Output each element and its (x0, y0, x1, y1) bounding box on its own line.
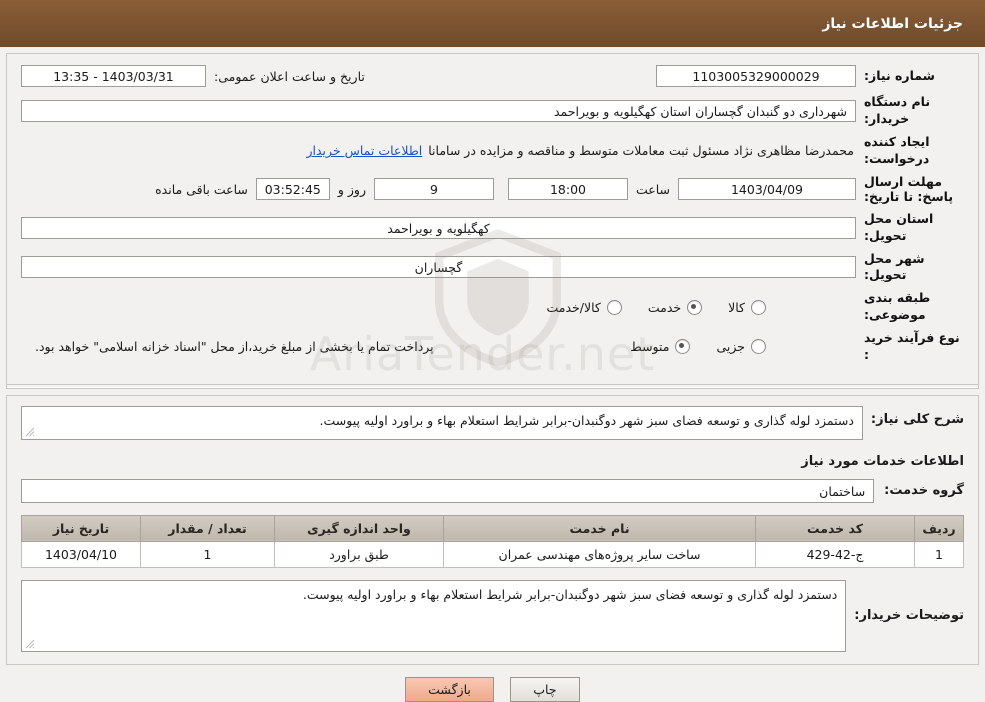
city-value: گچساران (21, 256, 856, 279)
deadline-time-value: 18:00 (507, 178, 628, 201)
page-header: جزئیات اطلاعات نیاز (0, 0, 985, 47)
service-group-label: گروه خدمت: (884, 483, 964, 499)
category-label: طبقه بندی موضوعی: (864, 290, 931, 323)
panel-divider (7, 383, 978, 388)
need-number-label: شماره نیاز: (864, 67, 935, 83)
radio-icon[interactable] (751, 299, 766, 315)
purchase-note: پرداخت تمام یا بخشی از مبلغ خرید،از محل … (35, 339, 434, 355)
col-unit: واحد اندازه گیری (274, 514, 444, 542)
row-category: طبقه بندی موضوعی: کالا خدمت کالا/خدمت (21, 290, 964, 324)
print-button[interactable]: چاپ (509, 676, 580, 702)
category-option-kala-khedmat[interactable]: کالا/خدمت (546, 299, 622, 315)
cell-qty: 1 (140, 540, 275, 568)
purchase-type-label: نوع فرآیند خرید : (864, 330, 960, 362)
need-details-panel: شرح کلی نیاز: دستمزد لوله گذاری و توسعه … (6, 394, 979, 665)
cell-unit: طبق براورد (274, 540, 444, 568)
buyer-notes-value: دستمزد لوله گذاری و توسعه فضای سبز شهر د… (302, 586, 838, 602)
creator-label: ایجاد کننده درخواست: (864, 133, 930, 166)
service-group-value: ساختمان (21, 478, 875, 503)
row-province: استان محل تحویل: کهگیلویه و بویراحمد (21, 211, 964, 245)
radio-icon-selected[interactable] (687, 299, 703, 315)
buyer-org-label: نام دستگاه خریدار: (864, 94, 931, 126)
footer-actions: چاپ بازگشت (0, 676, 985, 702)
cell-code: ج-42-429 (755, 540, 915, 568)
service-group-row: گروه خدمت: ساختمان (21, 478, 964, 503)
cell-name: ساخت سایر پروژه‌های مهندسی عمران (443, 540, 756, 568)
remaining-days-value: 9 (373, 178, 494, 201)
province-label: استان محل تحویل: (864, 210, 934, 243)
buyer-notes-textarea[interactable]: دستمزد لوله گذاری و توسعه فضای سبز شهر د… (21, 579, 847, 652)
services-table: ردیف کد خدمت نام خدمت واحد اندازه گیری ت… (21, 514, 964, 568)
category-option-label: کالا/خدمت (546, 299, 601, 315)
row-purchase-type: نوع فرآیند خرید : جزیی متوسط پرداخت تمام… (21, 330, 964, 364)
category-option-khedmat[interactable]: خدمت (647, 299, 703, 315)
buyer-notes-row: توضیحات خریدار: دستمزد لوله گذاری و توسع… (21, 579, 964, 652)
category-option-label: کالا (728, 299, 745, 315)
category-option-kala[interactable]: کالا (728, 299, 766, 315)
row-deadline: مهلت ارسال پاسخ: تا تاریخ: 1403/04/09 سا… (21, 174, 964, 205)
row-need-number: شماره نیاز: 1103005329000029 تاریخ و ساع… (21, 64, 964, 88)
cell-date: 1403/04/10 (21, 540, 141, 568)
purchase-option-jozei[interactable]: جزیی (716, 339, 766, 355)
col-name: نام خدمت (443, 514, 756, 542)
col-row: ردیف (914, 514, 964, 542)
row-creator: ایجاد کننده درخواست: محمدرضا مظاهری نژاد… (21, 134, 964, 168)
announce-datetime-label: تاریخ و ساعت اعلان عمومی: (214, 68, 365, 84)
buyer-notes-label: توضیحات خریدار: (854, 607, 964, 623)
page-title: جزئیات اطلاعات نیاز (822, 15, 963, 32)
radio-icon[interactable] (606, 299, 622, 315)
purchase-option-label: متوسط (630, 339, 670, 355)
time-label: ساعت (635, 181, 670, 197)
need-info-panel: شماره نیاز: 1103005329000029 تاریخ و ساع… (6, 53, 979, 389)
remaining-time-value: 03:52:45 (255, 178, 330, 201)
need-number-value: 1103005329000029 (656, 65, 856, 87)
resize-grip-icon[interactable] (25, 427, 35, 437)
buyer-contact-link[interactable]: اطلاعات تماس خریدار (306, 143, 422, 158)
radio-icon[interactable] (751, 339, 766, 355)
purchase-option-motavaset[interactable]: متوسط (630, 339, 691, 355)
city-label: شهر محل تحویل: (864, 250, 925, 283)
col-code: کد خدمت (755, 514, 915, 542)
deadline-label: مهلت ارسال پاسخ: تا تاریخ: (864, 173, 954, 205)
services-section-heading: اطلاعات خدمات مورد نیاز (801, 453, 964, 469)
table-row: 1 ج-42-429 ساخت سایر پروژه‌های مهندسی عم… (21, 540, 964, 568)
row-city: شهر محل تحویل: گچساران (21, 251, 964, 285)
table-header-row: ردیف کد خدمت نام خدمت واحد اندازه گیری ت… (21, 514, 964, 542)
creator-value: محمدرضا مظاهری نژاد مسئول ثبت معاملات مت… (428, 143, 854, 159)
radio-icon-selected[interactable] (675, 339, 691, 355)
buyer-org-value: شهرداری دو گنبدان گچساران استان کهگیلویه… (21, 99, 856, 122)
general-description-value: دستمزد لوله گذاری و توسعه فضای سبز شهر د… (319, 412, 854, 428)
province-value: کهگیلویه و بویراحمد (21, 216, 856, 239)
purchase-option-label: جزیی (716, 339, 745, 355)
deadline-date-value: 1403/04/09 (678, 178, 856, 201)
resize-grip-icon[interactable] (25, 639, 35, 649)
back-button[interactable]: بازگشت (405, 676, 494, 702)
cell-row: 1 (914, 540, 964, 568)
general-description-row: شرح کلی نیاز: دستمزد لوله گذاری و توسعه … (21, 405, 964, 440)
row-buyer-org: نام دستگاه خریدار: شهرداری دو گنبدان گچس… (21, 94, 964, 128)
announce-datetime-value: 1403/03/31 - 13:35 (21, 65, 206, 87)
general-description-label: شرح کلی نیاز: (870, 411, 964, 427)
category-option-label: خدمت (647, 299, 682, 315)
days-label: روز و (337, 181, 366, 197)
col-date: تاریخ نیاز (21, 514, 141, 542)
general-description-textarea[interactable]: دستمزد لوله گذاری و توسعه فضای سبز شهر د… (21, 405, 863, 440)
remaining-time-label: ساعت باقی مانده (155, 181, 248, 197)
col-qty: تعداد / مقدار (140, 514, 275, 542)
